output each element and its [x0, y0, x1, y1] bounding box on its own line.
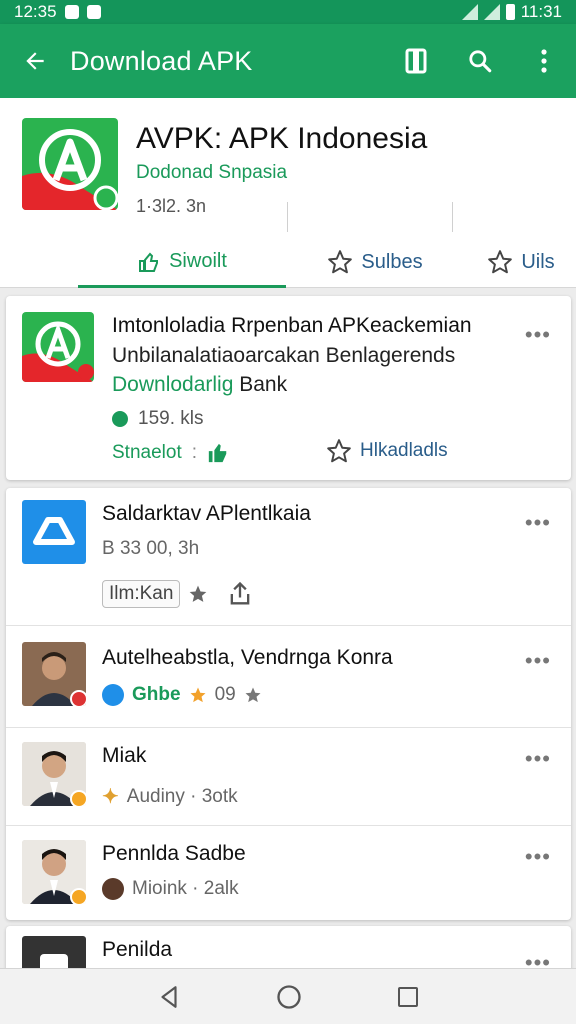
- featured-action-label: Stnaelot: [112, 442, 182, 463]
- featured-stat: 159. kls: [112, 408, 203, 430]
- tab-siwoilt[interactable]: Siwoilt: [78, 238, 286, 288]
- star-icon: [190, 585, 207, 602]
- more-options-icon[interactable]: •••: [525, 648, 551, 674]
- more-options-icon[interactable]: •••: [525, 322, 551, 348]
- back-button[interactable]: [0, 24, 70, 98]
- featured-app-icon: [22, 312, 94, 382]
- list-item[interactable]: Pennlda Sadbe Mioink · 2alk •••: [6, 826, 571, 920]
- status-clock: 11:31: [520, 2, 562, 21]
- list-item-meta: Ghbe 09: [102, 684, 262, 706]
- list-item-title: Penilda: [102, 938, 173, 961]
- wifi-icon: [483, 4, 500, 20]
- list-item-meta: Mioink · 2alk: [102, 878, 239, 900]
- overflow-menu-button[interactable]: [512, 24, 576, 98]
- featured-action-install[interactable]: Stnaelot :: [112, 442, 229, 464]
- status-time: 12:35: [14, 2, 57, 21]
- thumbs-up-icon: [139, 252, 159, 272]
- system-nav-bar: [0, 968, 576, 1024]
- tab-sulbes[interactable]: Sulbes: [300, 238, 450, 286]
- bookmark-button[interactable]: [384, 24, 448, 98]
- app-list: Saldarktav APlentlkaia B 33 00, 3h Ilm:K…: [6, 488, 571, 920]
- list-item-meta-text: Mioink · 2alk: [132, 878, 239, 899]
- app-bar-title: Download APK: [70, 45, 253, 76]
- arrow-back-icon: [26, 52, 44, 70]
- star-icon: [245, 687, 261, 703]
- list-item-meta-text: Audiny · 3otk: [126, 785, 238, 807]
- nav-back-icon[interactable]: [156, 984, 182, 1010]
- search-icon: [469, 50, 492, 73]
- list-item-meta: B 33 00, 3h: [102, 538, 200, 559]
- tab-bar: Siwoilt Sulbes Uils: [0, 238, 576, 288]
- more-options-icon[interactable]: •••: [525, 746, 551, 772]
- badge-icon: [70, 790, 86, 806]
- list-item-actions: Ilm:Kan: [102, 580, 254, 608]
- list-item-green-label: Ghbe: [132, 684, 181, 705]
- app-meta: 1·3l2. 3n: [136, 196, 207, 216]
- hand-icon: ✦: [102, 786, 119, 808]
- tag-chip[interactable]: Ilm:Kan: [102, 580, 181, 608]
- avatar: [22, 742, 86, 806]
- avatar: [22, 840, 86, 904]
- thumbs-up-icon: [208, 443, 227, 463]
- developer-link[interactable]: Dodonad Snpasia: [136, 162, 287, 184]
- tab-label: Uils: [521, 250, 555, 273]
- app-logo: [22, 118, 118, 210]
- tab-divider: [452, 202, 453, 232]
- avatar: [22, 642, 86, 706]
- featured-subtitle: Unbilanalatiaoarcakan Benlagerends: [112, 344, 456, 367]
- featured-action-label: Hlkadladls: [360, 440, 448, 461]
- star-outline-icon: [328, 250, 353, 274]
- share-icon[interactable]: [226, 580, 254, 608]
- star-icon: [190, 687, 206, 703]
- search-button[interactable]: [448, 24, 512, 98]
- star-outline-icon: [327, 439, 351, 463]
- more-options-icon[interactable]: •••: [525, 510, 551, 536]
- notification-icon-2: [86, 5, 101, 19]
- signal-icon: [461, 4, 478, 20]
- battery-icon: [505, 4, 515, 20]
- small-avatar: [102, 878, 124, 900]
- list-item[interactable]: Saldarktav APlentlkaia B 33 00, 3h Ilm:K…: [6, 488, 571, 626]
- more-vert-icon: [541, 49, 547, 73]
- bookmark-icon: [405, 48, 427, 74]
- nav-recents-icon[interactable]: [396, 985, 420, 1009]
- notification-icon: [64, 5, 79, 19]
- list-item-rating: 09: [214, 684, 236, 705]
- badge-icon: [70, 888, 86, 904]
- app-bar: Download APK: [0, 24, 576, 98]
- featured-line3: Downlodarlig Bank: [112, 373, 287, 397]
- app-header: AVPK: APK Indonesia Dodonad Snpasia 1·3l…: [0, 98, 576, 288]
- list-item-title: Autelheabstla, Vendrnga Konra: [102, 646, 393, 669]
- list-item-title: Miak: [102, 744, 147, 767]
- tab-label: Siwoilt: [169, 250, 227, 272]
- tab-divider: [287, 202, 288, 232]
- drive-app-icon: [22, 500, 86, 564]
- status-bar: 12:35 11:31: [0, 0, 576, 24]
- tab-label: Sulbes: [361, 250, 423, 273]
- list-item[interactable]: Miak ✦ Audiny · 3otk •••: [6, 728, 571, 826]
- more-options-icon[interactable]: •••: [525, 844, 551, 870]
- featured-stat-value: 159. kls: [138, 408, 204, 429]
- status-dot-icon: [112, 411, 128, 427]
- badge-icon: [70, 690, 86, 706]
- featured-card[interactable]: Imtonloladia Rrpenban APKeackemian Unbil…: [6, 296, 571, 480]
- featured-rest-text: Bank: [233, 373, 288, 396]
- featured-green-text: Downlodarlig: [112, 373, 234, 396]
- list-item-title: Pennlda Sadbe: [102, 842, 246, 865]
- star-outline-icon: [488, 250, 513, 274]
- list-item-title: Saldarktav APlentlkaia: [102, 502, 311, 525]
- featured-action-favorite[interactable]: Hlkadladls: [326, 438, 448, 464]
- featured-title: Imtonloladia Rrpenban APKeackemian: [112, 314, 472, 337]
- tab-uils[interactable]: Uils: [466, 238, 576, 286]
- list-item-meta: ✦ Audiny · 3otk: [102, 784, 238, 809]
- messenger-icon: [102, 684, 124, 706]
- app-name: AVPK: APK Indonesia: [136, 122, 428, 155]
- list-item[interactable]: Autelheabstla, Vendrnga Konra Ghbe 09 ••…: [6, 626, 571, 728]
- nav-home-icon[interactable]: [275, 983, 303, 1011]
